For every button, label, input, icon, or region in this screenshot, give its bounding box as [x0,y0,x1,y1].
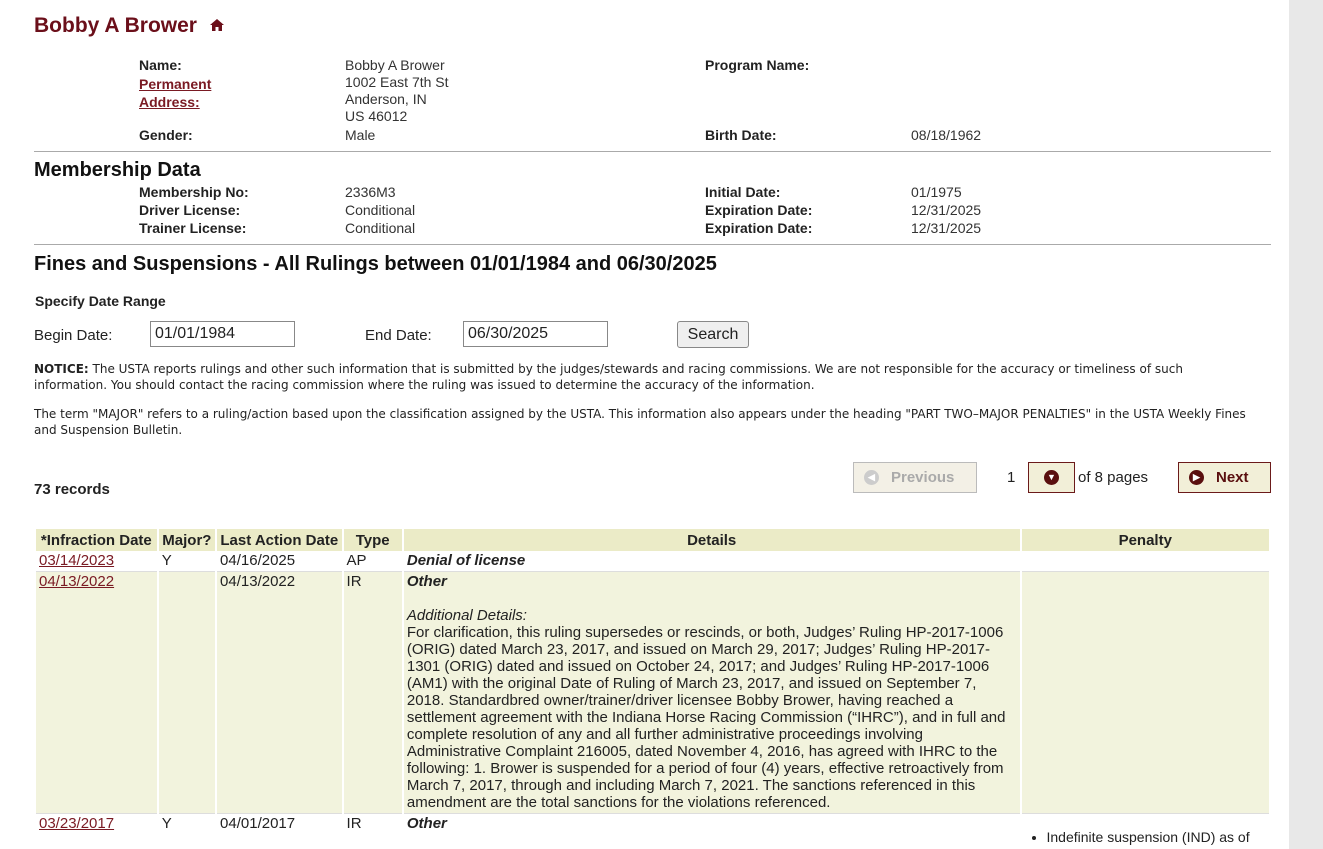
current-page: 1 [1007,469,1016,486]
page: Bobby A Brower Name: Bobby A Brower Perm… [0,0,1289,849]
page-count: of 8 pages [1078,469,1149,486]
previous-button[interactable]: ◀ Previous [853,462,977,493]
penalty-item: Indefinite suspension (IND) as of [1047,829,1267,846]
driver-license-label: Driver License: [139,202,241,218]
page-select[interactable]: ▼ [1028,462,1075,493]
trainer-exp-label: Expiration Date: [705,220,813,236]
last-action-cell: 04/13/2022 [217,571,342,813]
infraction-date-link[interactable]: 03/23/2017 [39,815,114,832]
table-row: 04/13/2022 04/13/2022 IR Other Additiona… [36,571,1269,813]
infraction-date-link[interactable]: 04/13/2022 [39,573,114,590]
search-button[interactable]: Search [677,321,749,348]
penalty-cell [1021,571,1269,813]
membership-no-label: Membership No: [139,184,249,200]
details-title: Other [406,815,447,832]
address-line1: 1002 East 7th St [345,74,449,90]
last-action-cell: 04/01/2017 [217,813,342,848]
gender-value: Male [345,127,376,143]
table-row: 03/14/2023 Y 04/16/2025 AP Denial of lic… [36,551,1269,571]
begin-date-label: Begin Date: [34,327,113,344]
major-cell: Y [161,552,172,569]
penalty-cell [1022,551,1270,571]
details-title: Other [406,573,447,590]
details-cell: Denial of license [404,551,1020,571]
end-date-label: End Date: [365,327,432,344]
additional-details-text: For clarification, this ruling supersede… [406,624,1006,811]
driver-exp-value: 12/31/2025 [911,202,982,218]
header-details: Details [403,529,1020,551]
trainer-exp-value: 12/31/2025 [911,220,982,236]
scrollbar-gutter[interactable] [1289,0,1323,849]
next-button[interactable]: ▶ Next [1178,462,1271,493]
page-title: Bobby A Brower [34,14,225,38]
address-line3: US 46012 [345,108,408,124]
last-action-cell: 04/16/2025 [220,552,296,569]
membership-heading: Membership Data [34,159,201,181]
header-penalty: Penalty [1021,529,1269,551]
gender-label: Gender: [139,127,193,143]
address-line2: Anderson, IN [345,91,427,107]
driver-license-value: Conditional [345,202,416,218]
date-range-label: Specify Date Range [35,293,166,309]
type-cell: IR [343,571,402,813]
chevron-left-icon: ◀ [864,470,879,485]
program-label: Program Name: [705,57,810,73]
name-label: Name: [139,57,182,73]
type-cell: IR [343,813,402,848]
begin-date-input[interactable] [150,321,295,347]
initial-date-value: 01/1975 [911,184,962,200]
additional-details-label: Additional Details: [406,607,527,624]
home-icon[interactable] [209,14,225,38]
birth-value: 08/18/1962 [911,127,982,143]
birth-label: Birth Date: [705,127,777,143]
address-label[interactable]: Permanent Address: [139,75,211,111]
header-type[interactable]: Type [343,529,402,551]
header-major[interactable]: Major? [158,529,216,551]
chevron-down-icon: ▼ [1044,470,1059,485]
record-count: 73 records [34,481,110,498]
membership-no-value: 2336M3 [345,184,396,200]
trainer-license-value: Conditional [345,220,416,236]
fines-heading: Fines and Suspensions - All Rulings betw… [34,253,717,275]
notice-text: NOTICE: The USTA reports rulings and oth… [34,361,1254,393]
rulings-table: *Infraction Date Major? Last Action Date… [34,529,1271,848]
end-date-input[interactable] [463,321,608,347]
notice-bold: NOTICE: [34,362,89,376]
address-link-line2[interactable]: Address: [139,94,200,110]
name-value: Bobby A Brower [345,57,445,73]
table-row: 03/23/2017 Y 04/01/2017 IR Other Indefin… [36,813,1269,848]
divider [34,151,1271,152]
previous-label: Previous [891,469,955,486]
header-last-action-date[interactable]: Last Action Date [217,529,342,551]
type-cell: AP [346,552,367,569]
next-label: Next [1216,469,1249,486]
address-link-line1[interactable]: Permanent [139,76,211,92]
penalty-cell: Indefinite suspension (IND) as of [1021,813,1269,848]
initial-date-label: Initial Date: [705,184,781,200]
details-cell: Other Additional Details: For clarificat… [403,571,1020,813]
major-cell [158,571,216,813]
header-infraction-date[interactable]: *Infraction Date [36,529,157,551]
table-header: *Infraction Date Major? Last Action Date… [36,529,1269,551]
details-title: Denial of license [406,552,526,569]
infraction-date-link[interactable]: 03/14/2023 [39,552,114,569]
major-cell: Y [158,813,216,848]
divider [34,244,1271,245]
trainer-license-label: Trainer License: [139,220,247,236]
details-cell: Other [403,813,1020,848]
title-text: Bobby A Brower [34,14,197,37]
major-explanation: The term "MAJOR" refers to a ruling/acti… [34,407,1246,437]
notice-body: The USTA reports rulings and other such … [34,362,1183,392]
driver-exp-label: Expiration Date: [705,202,813,218]
chevron-right-icon: ▶ [1189,470,1204,485]
